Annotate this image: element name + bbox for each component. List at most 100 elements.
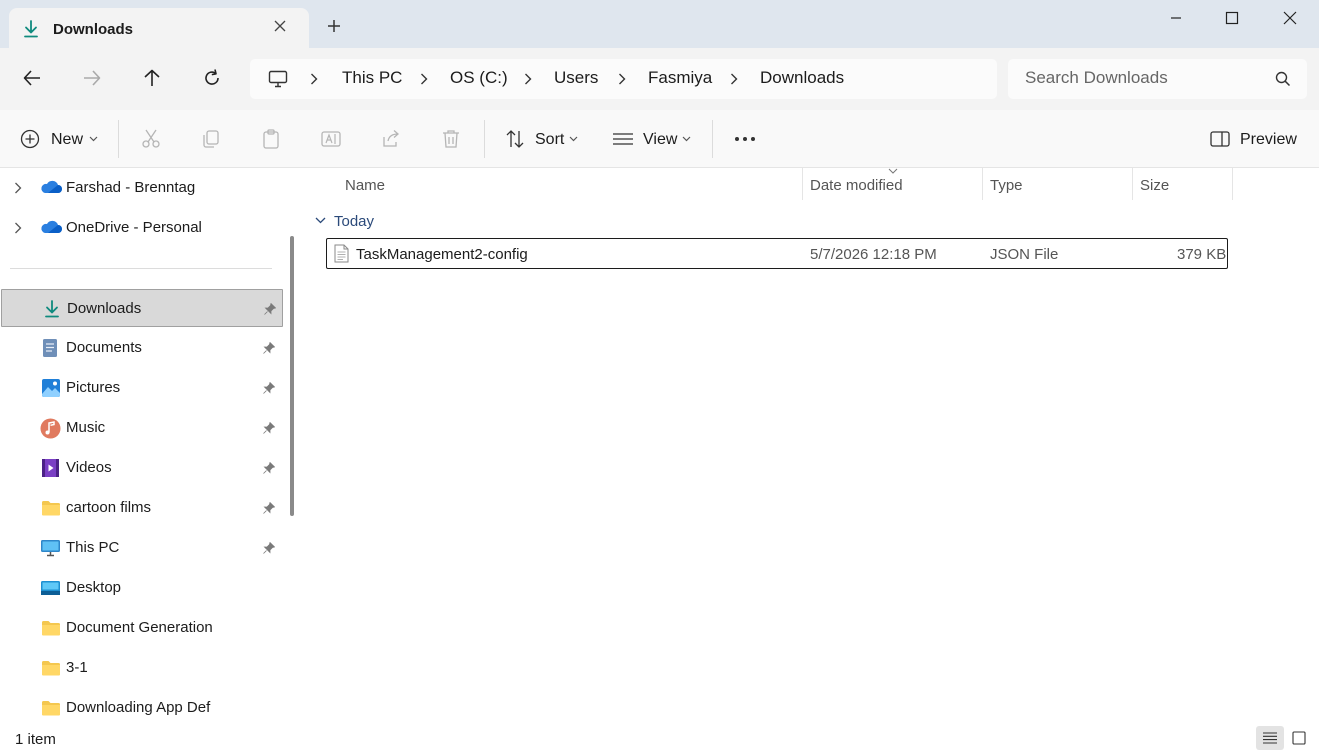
sidebar-item-3-1[interactable]: 3-1	[0, 649, 282, 687]
sidebar-item-label: Music	[66, 419, 106, 436]
chevron-right-icon[interactable]	[14, 222, 22, 234]
sidebar-item-music[interactable]: Music	[0, 409, 282, 447]
documents-icon	[42, 338, 58, 358]
preview-pane-icon[interactable]	[1210, 129, 1230, 149]
sidebar-item-label: cartoon films	[66, 499, 152, 516]
sidebar-item-farshad-brenntag[interactable]: Farshad - Brenntag	[0, 169, 282, 207]
column-header-size[interactable]: Size	[1140, 177, 1169, 194]
search-icon[interactable]	[1275, 71, 1291, 87]
sidebar-item-label: OneDrive - Personal	[66, 219, 202, 236]
pin-icon[interactable]	[263, 502, 275, 514]
status-bar: 1 item	[0, 724, 1319, 750]
chevron-down-icon[interactable]	[89, 136, 98, 142]
command-bar: New Sort View Preview	[0, 110, 1319, 168]
chevron-down-icon[interactable]	[569, 136, 578, 142]
chevron-right-icon	[524, 73, 532, 85]
search-box[interactable]	[1008, 59, 1307, 99]
monitor-icon	[40, 539, 61, 557]
sidebar-item-videos[interactable]: Videos	[0, 449, 282, 487]
item-count: 1 item	[15, 731, 56, 748]
column-divider[interactable]	[1132, 168, 1133, 200]
new-tab-button[interactable]	[327, 19, 341, 33]
rename-icon[interactable]	[321, 129, 341, 149]
pin-icon[interactable]	[264, 303, 276, 315]
tab-title: Downloads	[53, 21, 134, 38]
sort-button[interactable]: Sort	[535, 131, 564, 149]
sidebar-item-downloading-app-def[interactable]: Downloading App Def	[0, 689, 282, 724]
details-view-button[interactable]	[1256, 726, 1284, 750]
sidebar-item-label: Farshad - Brenntag	[66, 179, 196, 196]
column-divider[interactable]	[982, 168, 983, 200]
close-tab-icon[interactable]	[273, 19, 287, 33]
new-button[interactable]: New	[51, 131, 83, 149]
address-bar[interactable]: This PC OS (C:) Users Fasmiya Downloads	[250, 59, 997, 99]
chevron-right-icon	[420, 73, 428, 85]
close-window-button[interactable]	[1280, 9, 1300, 27]
search-input[interactable]	[1025, 68, 1265, 88]
sidebar-item-desktop[interactable]: Desktop	[0, 569, 282, 607]
toolbar-divider	[118, 120, 119, 158]
download-arrow-icon	[22, 19, 40, 39]
column-header-name[interactable]: Name	[345, 177, 385, 194]
json-file-icon	[334, 244, 349, 263]
sidebar-item-cartoon-films[interactable]: cartoon films	[0, 489, 282, 527]
breadcrumb-fasmiya[interactable]: Fasmiya	[648, 68, 712, 88]
tab-downloads[interactable]: Downloads	[9, 8, 309, 50]
sort-icon[interactable]	[505, 129, 525, 149]
navigation-pane: Farshad - Brenntag OneDrive - Personal D…	[0, 168, 298, 724]
pin-icon[interactable]	[263, 422, 275, 434]
music-icon	[40, 418, 61, 439]
file-size: 379 KB	[1177, 246, 1227, 263]
pin-icon[interactable]	[263, 542, 275, 554]
view-button[interactable]: View	[643, 131, 677, 149]
forward-button[interactable]	[83, 69, 101, 87]
paste-icon[interactable]	[261, 129, 281, 149]
onedrive-cloud-icon	[40, 220, 62, 234]
new-plus-icon[interactable]	[20, 129, 40, 149]
monitor-icon	[268, 70, 288, 88]
up-button[interactable]	[143, 69, 161, 87]
breadcrumb-os-c[interactable]: OS (C:)	[450, 68, 508, 88]
copy-icon[interactable]	[201, 129, 221, 149]
breadcrumb-this-pc[interactable]: This PC	[342, 68, 402, 88]
maximize-button[interactable]	[1222, 9, 1242, 27]
table-row[interactable]: TaskManagement2-config 5/7/2026 12:18 PM…	[326, 238, 1228, 269]
folder-icon	[41, 660, 61, 676]
onedrive-cloud-icon	[40, 180, 62, 194]
column-divider[interactable]	[802, 168, 803, 200]
delete-icon[interactable]	[441, 129, 461, 149]
group-label: Today	[334, 213, 375, 230]
breadcrumb-users[interactable]: Users	[554, 68, 598, 88]
view-lines-icon[interactable]	[612, 129, 634, 149]
share-icon[interactable]	[381, 129, 401, 149]
tiles-view-button[interactable]	[1292, 731, 1306, 745]
sidebar-scrollbar[interactable]	[290, 236, 294, 516]
refresh-button[interactable]	[203, 69, 221, 87]
chevron-down-icon[interactable]	[682, 136, 691, 142]
sidebar-item-this-pc[interactable]: This PC	[0, 529, 282, 567]
column-header-date-modified[interactable]: Date modified	[810, 177, 903, 194]
chevron-right-icon[interactable]	[14, 182, 22, 194]
file-name[interactable]: TaskManagement2-config	[356, 246, 528, 263]
column-header-type[interactable]: Type	[990, 177, 1023, 194]
sidebar-item-onedrive-personal[interactable]: OneDrive - Personal	[0, 209, 282, 247]
folder-icon	[41, 620, 61, 636]
pin-icon[interactable]	[263, 342, 275, 354]
pin-icon[interactable]	[263, 382, 275, 394]
back-button[interactable]	[23, 69, 41, 87]
minimize-button[interactable]	[1166, 9, 1186, 27]
file-type: JSON File	[990, 246, 1059, 263]
pin-icon[interactable]	[263, 462, 275, 474]
sidebar-item-downloads[interactable]: Downloads	[1, 289, 283, 327]
chevron-down-icon[interactable]	[315, 217, 326, 224]
sidebar-item-document-generation[interactable]: Document Generation	[0, 609, 282, 647]
sidebar-item-label: Desktop	[66, 579, 122, 596]
sidebar-item-documents[interactable]: Documents	[0, 329, 282, 367]
column-divider[interactable]	[1232, 168, 1233, 200]
sidebar-item-pictures[interactable]: Pictures	[0, 369, 282, 407]
sidebar-item-label: Pictures	[66, 379, 121, 396]
breadcrumb-downloads[interactable]: Downloads	[760, 68, 844, 88]
preview-button[interactable]: Preview	[1240, 131, 1297, 149]
cut-icon[interactable]	[141, 129, 161, 149]
more-options-icon[interactable]	[734, 136, 756, 142]
